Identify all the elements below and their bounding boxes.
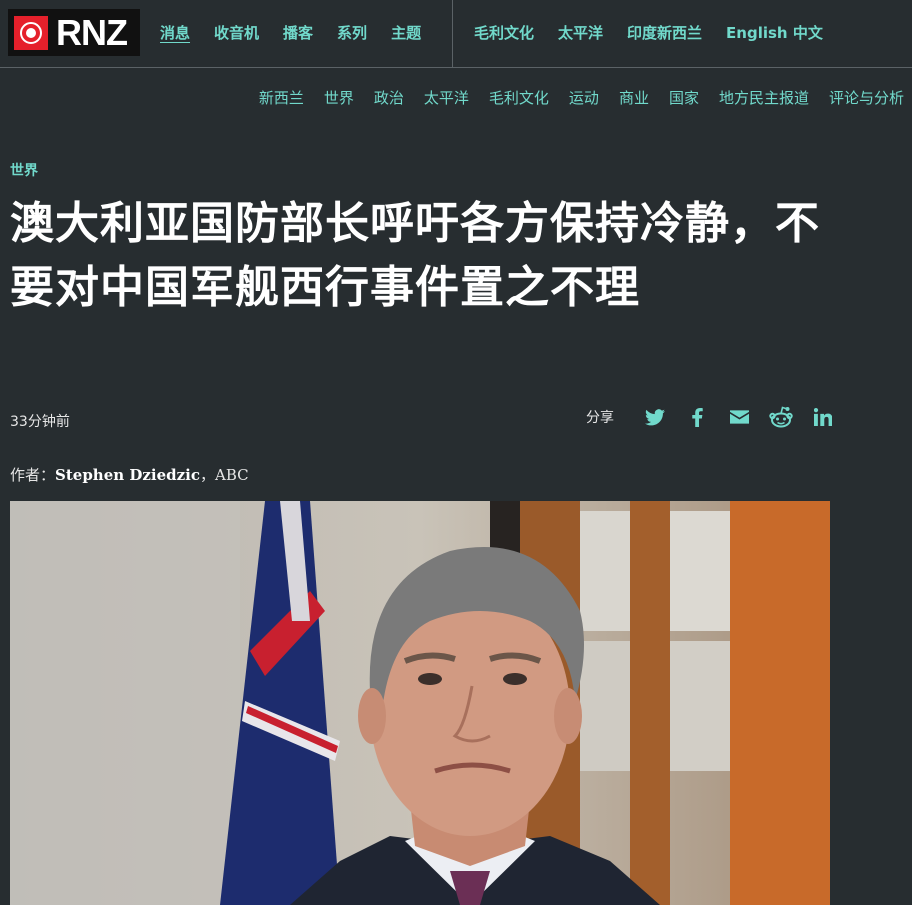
- subnav-item[interactable]: 地方民主报道: [719, 87, 809, 108]
- subnav-item[interactable]: 评论与分析: [829, 87, 904, 108]
- hero-photo-illustration: [10, 501, 830, 905]
- subnav-item[interactable]: 太平洋: [424, 87, 469, 108]
- nav-series[interactable]: 系列: [337, 22, 367, 43]
- byline: 作者：Stephen Dziedzic，ABC: [10, 464, 249, 485]
- subnav-item[interactable]: 政治: [374, 87, 404, 108]
- logo-text: RNZ: [56, 11, 128, 53]
- subnav-item[interactable]: 国家: [669, 87, 699, 108]
- top-navigation: RNZ 消息 收音机 播客 系列 主题 毛利文化 太平洋 印度新西兰 Engli…: [0, 0, 912, 68]
- nav-topics[interactable]: 主题: [391, 22, 421, 43]
- rnz-logo[interactable]: RNZ: [8, 9, 140, 56]
- section-nav: 新西兰 世界 政治 太平洋 毛利文化 运动 商业 国家 地方民主报道 评论与分析: [239, 87, 904, 108]
- nav-divider: [452, 0, 453, 67]
- author-name: Stephen Dziedzic: [55, 466, 200, 484]
- nav-indian-nz[interactable]: 印度新西兰: [627, 22, 702, 43]
- subnav-item[interactable]: 运动: [569, 87, 599, 108]
- nav-english-chinese[interactable]: English 中文: [726, 22, 823, 43]
- subnav-item[interactable]: 新西兰: [259, 87, 304, 108]
- subnav-item[interactable]: 毛利文化: [489, 87, 549, 108]
- primary-nav: 消息 收音机 播客 系列 主题: [160, 22, 445, 43]
- facebook-icon[interactable]: [684, 404, 710, 430]
- nav-pacific[interactable]: 太平洋: [558, 22, 603, 43]
- article-section-link[interactable]: 世界: [10, 160, 38, 180]
- nav-radio[interactable]: 收音机: [214, 22, 259, 43]
- author-prefix: 作者：: [10, 466, 56, 484]
- email-icon[interactable]: [726, 404, 752, 430]
- nav-podcasts[interactable]: 播客: [283, 22, 313, 43]
- article-hero-image: [10, 501, 830, 905]
- subnav-item[interactable]: 世界: [324, 87, 354, 108]
- article-title: 澳大利亚国防部长呼吁各方保持冷静，不要对中国军舰西行事件置之不理: [10, 198, 820, 313]
- share-label: 分享: [586, 410, 614, 426]
- secondary-nav: 毛利文化 太平洋 印度新西兰 English 中文: [474, 22, 847, 43]
- publish-time: 33分钟前: [10, 414, 70, 430]
- nav-te-ao-maori[interactable]: 毛利文化: [474, 22, 534, 43]
- rnz-logo-mark: [14, 15, 48, 50]
- subnav-item[interactable]: 商业: [619, 87, 649, 108]
- linkedin-icon[interactable]: [810, 404, 836, 430]
- share-bar: 分享: [586, 404, 836, 430]
- author-suffix: ，ABC: [200, 466, 249, 484]
- reddit-icon[interactable]: [768, 404, 794, 430]
- twitter-icon[interactable]: [642, 404, 668, 430]
- nav-news[interactable]: 消息: [160, 22, 190, 43]
